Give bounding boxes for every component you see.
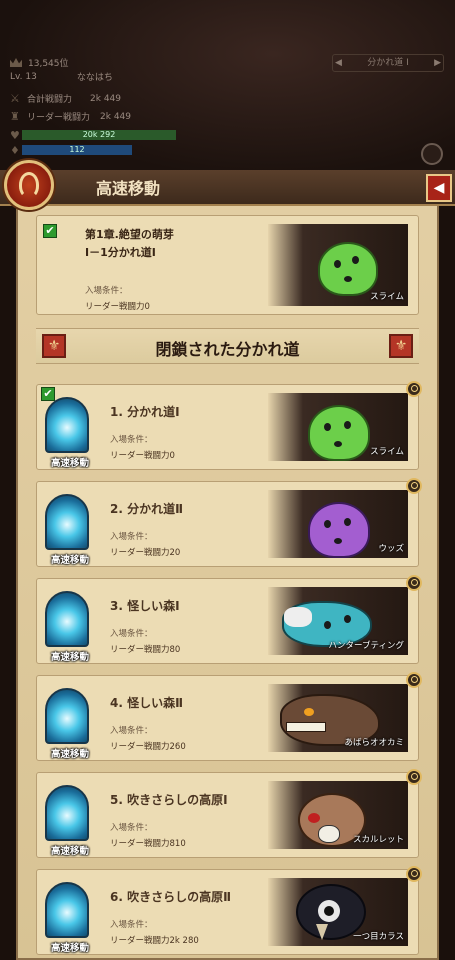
fast-travel-label: 高速移動 — [50, 749, 89, 760]
monster-name: ハンターブティング — [328, 641, 404, 651]
magnifier-icon[interactable] — [406, 575, 422, 591]
monster-name: あばらオオカミ — [344, 738, 404, 748]
stage-name: 6. 吹きさらしの高原Ⅱ — [110, 890, 231, 904]
magnifier-icon[interactable] — [406, 381, 422, 397]
hud: 13,545位 Lv. 13 ななはち ⚔ 合計戦闘力 2k 449 ♜ リーダ… — [0, 0, 455, 180]
crown-icon — [10, 58, 22, 67]
condition-label: 入場条件： — [110, 920, 153, 930]
modal-title: 高速移動 — [96, 179, 161, 198]
checkmark-icon: ✔ — [43, 224, 57, 238]
total-power-label: 合計戦闘力 — [27, 95, 73, 105]
rank-row: 13,545位 — [10, 56, 69, 69]
condition-value: リーダー戦闘力0 — [110, 451, 175, 461]
stage-name: 2. 分かれ道Ⅱ — [110, 502, 183, 516]
stage-card-4[interactable]: 高速移動 4. 怪しい森Ⅱ 入場条件： リーダー戦闘力260 あばらオオカミ — [36, 672, 422, 761]
nav-next-icon[interactable]: ▶ — [434, 55, 441, 71]
player-name: ななはち — [76, 73, 113, 83]
checkmark-icon: ✔ — [41, 387, 55, 401]
monster-name: スライム — [370, 447, 404, 457]
stage-name: 4. 怪しい森Ⅱ — [110, 696, 183, 710]
condition-value: リーダー戦闘力2k 280 — [110, 936, 199, 946]
slime-icon — [308, 405, 370, 461]
condition-value: リーダー戦闘力260 — [110, 742, 186, 752]
sword-icon: ⚔ — [10, 92, 20, 105]
stage-card-3[interactable]: 高速移動 3. 怪しい森Ⅰ 入場条件： リーダー戦闘力80 ハンターブティング — [36, 575, 422, 664]
fast-travel-label: 高速移動 — [50, 458, 89, 469]
stage-nav[interactable]: ◀ 分かれ道 I ▶ — [332, 54, 444, 72]
hp-bar: 20k 292 — [22, 130, 176, 140]
portal-icon[interactable] — [45, 397, 89, 453]
fast-travel-emblem-icon — [4, 160, 54, 210]
portal-icon[interactable] — [45, 785, 89, 841]
fast-travel-label: 高速移動 — [50, 943, 89, 954]
nav-label: 分かれ道 I — [367, 58, 409, 68]
magnifier-icon[interactable] — [406, 478, 422, 494]
stage-name: 3. 怪しい森Ⅰ — [110, 599, 180, 613]
heart-icon: ♥ — [10, 129, 20, 142]
stage-name: 1. 分かれ道Ⅰ — [110, 405, 180, 419]
leader-power-label: リーダー戦闘力 — [27, 113, 91, 123]
mana-icon: ♦ — [10, 144, 20, 157]
total-power-value: 2k 449 — [90, 93, 121, 104]
rank-text: 13,545位 — [28, 59, 69, 69]
magnifier-icon[interactable] — [406, 866, 422, 882]
stage-card-5[interactable]: 高速移動 5. 吹きさらしの高原Ⅰ 入場条件： リーダー戦闘力810 スカルレッ… — [36, 769, 422, 858]
condition-value: リーダー戦闘力810 — [110, 839, 186, 849]
condition-label: 入場条件： — [85, 286, 128, 296]
map-button[interactable] — [421, 143, 443, 165]
portal-icon[interactable] — [45, 591, 89, 647]
condition-label: 入場条件： — [110, 823, 153, 833]
woods-slime-icon — [308, 502, 370, 558]
leader-icon: ♜ — [10, 110, 20, 123]
condition-label: 入場条件： — [110, 435, 153, 445]
stage-card-2[interactable]: 高速移動 2. 分かれ道Ⅱ 入場条件： リーダー戦闘力20 ウッズ — [36, 478, 422, 567]
total-power-row: ⚔ 合計戦闘力 2k 449 — [10, 92, 121, 105]
condition-label: 入場条件： — [110, 629, 153, 639]
portal-icon[interactable] — [45, 688, 89, 744]
stage-name: 5. 吹きさらしの高原Ⅰ — [110, 793, 228, 807]
section-header: ⚜ 閉鎖された分かれ道 ⚜ — [36, 328, 419, 364]
back-button[interactable]: ◀ — [426, 174, 452, 202]
fast-travel-label: 高速移動 — [50, 555, 89, 566]
portal-icon[interactable] — [45, 882, 89, 938]
current-stage-card[interactable]: ✔ 第1章.絶望の萌芽 Ⅰ－1分かれ道Ⅰ 入場条件： リーダー戦闘力0 スライム — [36, 215, 419, 315]
leader-power-row: ♜ リーダー戦闘力 2k 449 — [10, 110, 131, 123]
slime-icon — [318, 242, 378, 296]
level-row: Lv. 13 ななはち — [10, 70, 113, 84]
condition-value: リーダー戦闘力20 — [110, 548, 181, 558]
leader-power-value: 2k 449 — [100, 111, 131, 122]
monster-name: ウッズ — [378, 544, 404, 554]
stage-title: Ⅰ－1分かれ道Ⅰ — [85, 246, 156, 259]
chapter-title: 第1章.絶望の萌芽 — [85, 228, 174, 241]
condition-value: リーダー戦闘力80 — [110, 645, 181, 655]
level-text: Lv. 13 — [10, 71, 37, 82]
monster-name: 一つ目カラス — [353, 932, 404, 942]
portal-icon[interactable] — [45, 494, 89, 550]
condition-label: 入場条件： — [110, 532, 153, 542]
monster-name: スライム — [370, 292, 404, 302]
magnifier-icon[interactable] — [406, 672, 422, 688]
monster-name: スカルレット — [352, 835, 404, 845]
back-arrow-icon: ◀ — [433, 180, 445, 196]
condition-label: 入場条件： — [110, 726, 153, 736]
stage-card-6[interactable]: 高速移動 6. 吹きさらしの高原Ⅱ 入場条件： リーダー戦闘力2k 280 一つ… — [36, 866, 422, 955]
stage-card-1[interactable]: ✔ 高速移動 1. 分かれ道Ⅰ 入場条件： リーダー戦闘力0 スライム — [36, 381, 422, 470]
magnifier-icon[interactable] — [406, 769, 422, 785]
fast-travel-label: 高速移動 — [50, 846, 89, 857]
nav-prev-icon[interactable]: ◀ — [335, 55, 342, 71]
fleur-right-icon: ⚜ — [389, 334, 413, 358]
condition-value: リーダー戦闘力0 — [85, 302, 150, 312]
modal-titlebar — [0, 170, 455, 206]
mp-bar: 112 — [22, 145, 132, 155]
fast-travel-label: 高速移動 — [50, 652, 89, 663]
section-title: 閉鎖された分かれ道 — [155, 340, 300, 359]
